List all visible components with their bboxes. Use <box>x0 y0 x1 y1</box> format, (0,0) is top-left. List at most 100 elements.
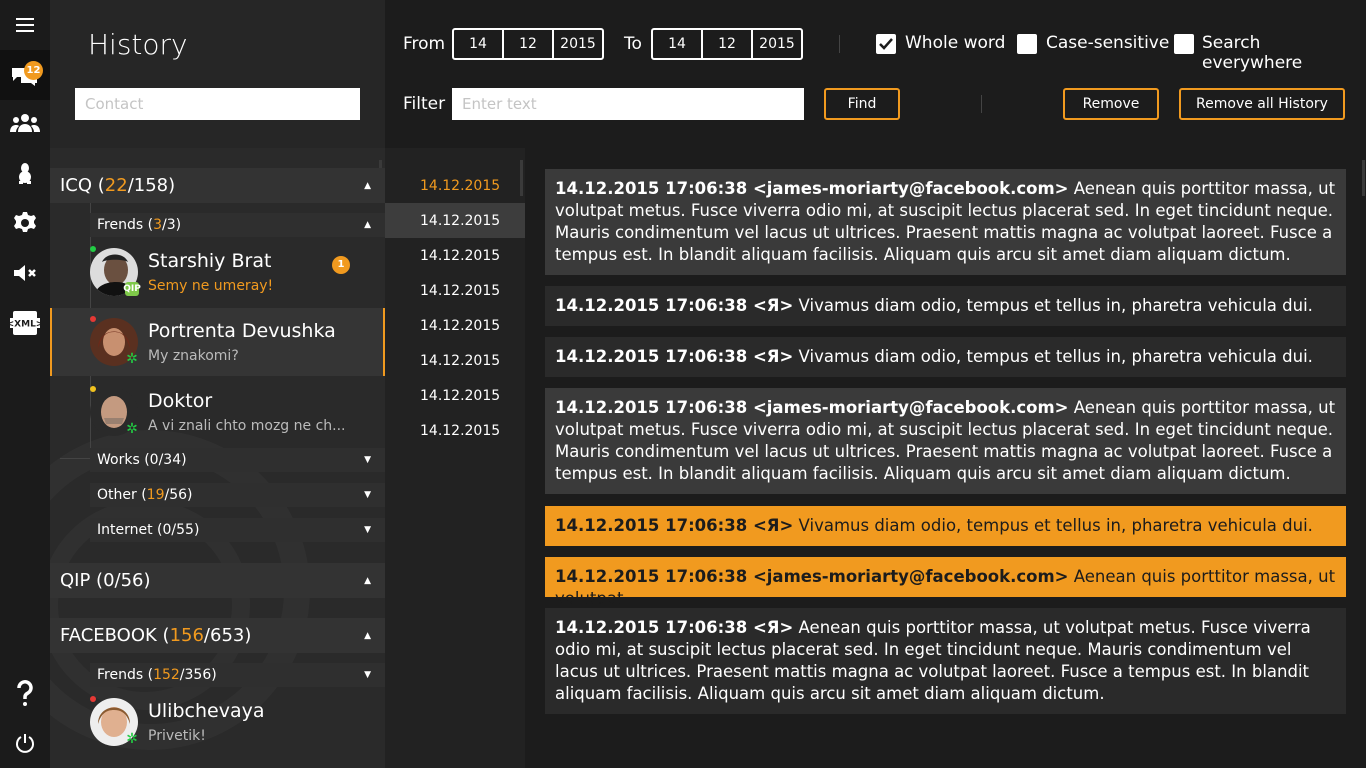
remove-all-history-button[interactable]: Remove all History <box>1179 88 1345 120</box>
from-day-field[interactable]: 14 <box>454 30 504 58</box>
gear-icon <box>14 212 36 232</box>
power-button[interactable] <box>0 718 50 768</box>
message-item[interactable]: 14.12.2015 17:06:38 <james-moriarty@face… <box>545 169 1346 275</box>
account-icq-name: ICQ (22/158) <box>60 175 176 196</box>
contact-ulibchevaya[interactable]: ✲ Ulibchevaya Privetik! <box>50 688 385 756</box>
menu-button[interactable] <box>0 0 50 50</box>
from-year-field[interactable]: 2015 <box>554 30 602 58</box>
settings-button[interactable] <box>0 198 50 248</box>
group-facebook-frends[interactable]: Frends (152/356) ▼ <box>90 663 385 687</box>
notification-badge: 12 <box>24 61 43 80</box>
from-date: 14 12 2015 <box>452 28 604 60</box>
message-header: 14.12.2015 17:06:38 <james-moriarty@face… <box>555 398 1069 417</box>
to-month-field[interactable]: 12 <box>703 30 753 58</box>
history-toolbar: From 14 12 2015 To 14 12 2015 Whole word… <box>385 0 1366 148</box>
date-item[interactable]: 14.12.2015 <box>385 378 525 413</box>
sound-button[interactable] <box>0 248 50 298</box>
power-icon <box>16 734 34 753</box>
question-icon <box>17 680 33 706</box>
filter-input[interactable] <box>452 88 804 120</box>
group-internet[interactable]: Internet (0/55) ▼ <box>90 518 385 542</box>
penguin-icon <box>19 163 31 184</box>
group-works-label: Works (0/34) <box>97 452 187 468</box>
page-title: History <box>88 28 188 61</box>
message-item[interactable]: 14.12.2015 17:06:38 <Я> Aenean quis port… <box>545 608 1346 714</box>
collapse-arrow-icon: ▲ <box>364 220 371 230</box>
expand-arrow-icon: ▼ <box>364 525 371 535</box>
away-status-dot <box>90 386 96 392</box>
chats-button[interactable]: 12 <box>0 50 50 100</box>
from-month-field[interactable]: 12 <box>504 30 554 58</box>
contact-search-input[interactable] <box>75 88 360 120</box>
date-item[interactable]: 14.12.2015 <box>385 308 525 343</box>
search-everywhere-checkbox[interactable] <box>1174 34 1194 54</box>
contact-name: Portrenta Devushka <box>148 320 336 342</box>
group-icq-frends[interactable]: Frends (3/3) ▲ <box>90 213 385 237</box>
messages-panel: 14.12.2015 17:06:38 <james-moriarty@face… <box>525 148 1366 768</box>
date-item[interactable]: 14.12.2015 <box>385 238 525 273</box>
icon-rail: 12 <XML> <box>0 0 50 768</box>
contact-name: Starshiy Brat <box>148 250 272 272</box>
sound-mute-icon <box>14 265 36 281</box>
xml-icon: <XML> <box>10 311 40 335</box>
expand-arrow-icon: ▼ <box>364 455 371 465</box>
collapse-arrow-icon: ▲ <box>364 575 371 586</box>
message-header: 14.12.2015 17:06:38 <Я> <box>555 618 794 637</box>
date-item[interactable]: 14.12.2015 <box>385 413 525 448</box>
contacts-header: History <box>50 0 385 148</box>
contact-doktor[interactable]: ✲ Doktor A vi znali chto mozg ne ch... <box>50 378 385 446</box>
messages-scrollbar[interactable] <box>1362 160 1365 196</box>
contacts-panel: History ICQ (22/158) ▲ Frends (3/3) ▲ QI… <box>50 0 385 768</box>
group-works[interactable]: Works (0/34) ▼ <box>90 448 385 472</box>
xml-export-button[interactable]: <XML> <box>0 298 50 348</box>
message-item[interactable]: 14.12.2015 17:06:38 <Я> Vivamus diam odi… <box>545 286 1346 326</box>
date-item[interactable]: 14.12.2015 <box>385 203 525 238</box>
group-other[interactable]: Other (19/56) ▼ <box>90 483 385 507</box>
message-text: Vivamus diam odio, tempus et tellus in, … <box>793 516 1313 535</box>
to-date: 14 12 2015 <box>651 28 803 60</box>
message-item-highlighted[interactable]: 14.12.2015 17:06:38 <james-moriarty@face… <box>545 557 1346 608</box>
busy-status-dot <box>90 696 96 702</box>
users-icon <box>10 114 40 132</box>
busy-status-dot <box>90 316 96 322</box>
remove-button[interactable]: Remove <box>1063 88 1159 120</box>
message-text: Vivamus diam odio, tempus et tellus in, … <box>793 296 1313 315</box>
collapse-arrow-icon: ▲ <box>364 180 371 191</box>
online-status-dot <box>90 246 96 252</box>
date-item[interactable]: 14.12.2015 <box>385 343 525 378</box>
contact-starshiy-brat[interactable]: QIP Starshiy Brat Semy ne umeray! 1 <box>50 238 385 306</box>
account-facebook-name: FACEBOOK (156/653) <box>60 625 252 646</box>
hamburger-icon <box>16 18 34 32</box>
date-item[interactable]: 14.12.2015 <box>385 168 525 203</box>
case-sensitive-checkbox[interactable] <box>1017 34 1037 54</box>
tree-line <box>60 458 90 459</box>
contact-portrenta-devushka[interactable]: ✲ Portrenta Devushka My znakomi? <box>50 308 385 376</box>
message-item-highlighted[interactable]: 14.12.2015 17:06:38 <Я> Vivamus diam odi… <box>545 506 1346 546</box>
whole-word-label: Whole word <box>905 33 1006 53</box>
contact-status: My znakomi? <box>148 348 239 364</box>
account-qip[interactable]: QIP (0/56) ▲ <box>50 563 385 598</box>
date-item[interactable]: 14.12.2015 <box>385 273 525 308</box>
from-label: From <box>403 34 446 54</box>
to-day-field[interactable]: 14 <box>653 30 703 58</box>
contact-name: Ulibchevaya <box>148 700 265 722</box>
message-item[interactable]: 14.12.2015 17:06:38 <Я> Vivamus diam odi… <box>545 337 1346 377</box>
separator <box>981 95 982 113</box>
contacts-button[interactable] <box>0 98 50 148</box>
message-text: Vivamus diam odio, tempus et tellus in, … <box>793 347 1313 366</box>
help-button[interactable] <box>0 668 50 718</box>
account-icq[interactable]: ICQ (22/158) ▲ <box>50 168 385 203</box>
contact-status: Semy ne umeray! <box>148 278 274 294</box>
case-sensitive-label: Case-sensitive <box>1046 33 1170 53</box>
account-facebook[interactable]: FACEBOOK (156/653) ▲ <box>50 618 385 653</box>
message-header: 14.12.2015 17:06:38 <Я> <box>555 516 794 535</box>
message-item[interactable]: 14.12.2015 17:06:38 <james-moriarty@face… <box>545 388 1346 494</box>
search-everywhere-label: Search everywhere <box>1202 33 1303 73</box>
find-button[interactable]: Find <box>824 88 900 120</box>
dates-list: 14.12.2015 14.12.2015 14.12.2015 14.12.2… <box>385 148 525 768</box>
checkmark-icon <box>879 38 893 50</box>
status-button[interactable] <box>0 148 50 198</box>
qip-protocol-icon: QIP <box>123 282 141 296</box>
to-year-field[interactable]: 2015 <box>753 30 801 58</box>
whole-word-checkbox[interactable] <box>876 34 896 54</box>
